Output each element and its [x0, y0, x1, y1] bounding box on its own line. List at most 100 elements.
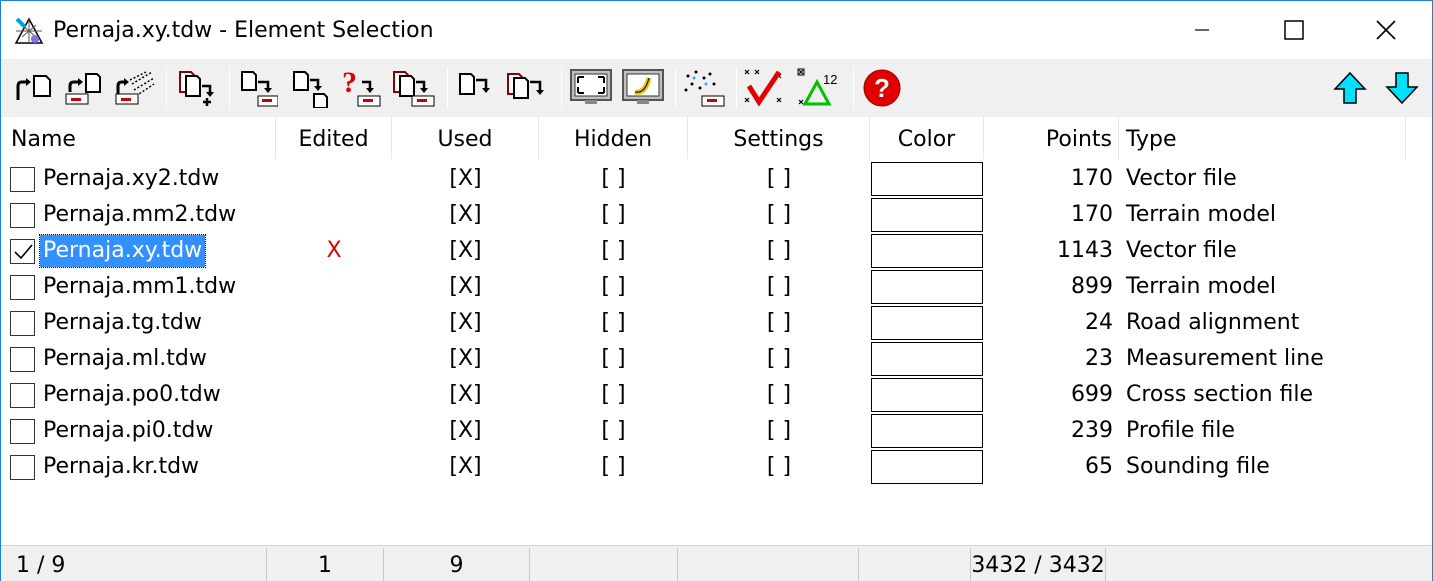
row-name[interactable]: Pernaja.ml.tdw	[40, 341, 210, 377]
close-button[interactable]	[1340, 1, 1432, 59]
replace-file-icon[interactable]	[391, 65, 437, 111]
query-file-icon[interactable]: ?	[339, 65, 385, 111]
table-row[interactable]: Pernaja.mm2.tdw [X][ ][ ] 170 Terrain model	[1, 197, 1432, 233]
row-hidden-flag[interactable]: [ ]	[539, 197, 688, 233]
row-color-swatch[interactable]	[871, 270, 983, 304]
row-used-flag[interactable]: [X]	[392, 197, 539, 233]
move-file-down-icon[interactable]	[287, 65, 333, 111]
row-settings-flag[interactable]: [ ]	[688, 269, 870, 305]
table-row[interactable]: Pernaja.po0.tdw [X][ ][ ] 699 Cross section…	[1, 377, 1432, 413]
row-used-flag[interactable]: [X]	[392, 305, 539, 341]
column-header-points[interactable]: Points	[984, 117, 1119, 159]
row-checkbox[interactable]	[10, 455, 35, 480]
table-row[interactable]: Pernaja.xy.tdw X [X][ ][ ] 1143 Vector file	[1, 233, 1432, 269]
row-settings-flag[interactable]: [ ]	[688, 341, 870, 377]
row-hidden-flag[interactable]: [ ]	[539, 305, 688, 341]
move-down-icon[interactable]	[1379, 65, 1425, 111]
row-name[interactable]: Pernaja.tg.tdw	[40, 305, 205, 341]
row-hidden-flag[interactable]: [ ]	[539, 449, 688, 485]
add-file-icon[interactable]	[173, 65, 219, 111]
row-hidden-flag[interactable]: [ ]	[539, 233, 688, 269]
copy-file-red-icon[interactable]	[505, 65, 551, 111]
row-used-flag[interactable]: [X]	[392, 377, 539, 413]
help-icon[interactable]: ?	[859, 65, 905, 111]
row-name[interactable]: Pernaja.xy.tdw	[38, 234, 207, 268]
table-row[interactable]: Pernaja.kr.tdw [X][ ][ ] 65 Sounding file	[1, 449, 1432, 485]
row-name[interactable]: Pernaja.mm2.tdw	[40, 197, 239, 233]
row-settings-flag[interactable]: [ ]	[688, 305, 870, 341]
row-color-swatch[interactable]	[871, 342, 983, 376]
points-icon[interactable]	[681, 65, 727, 111]
row-settings-flag[interactable]: [ ]	[688, 449, 870, 485]
row-color-swatch[interactable]	[871, 378, 983, 412]
fit-view-icon[interactable]	[568, 65, 614, 111]
minimize-button[interactable]	[1156, 1, 1248, 59]
row-used-flag[interactable]: [X]	[392, 413, 539, 449]
row-type: Terrain model	[1126, 274, 1276, 299]
column-header-used[interactable]: Used	[392, 117, 539, 159]
open-file-list-icon[interactable]	[59, 65, 105, 111]
row-color-swatch[interactable]	[871, 450, 983, 484]
row-settings-flag[interactable]: [ ]	[688, 413, 870, 449]
row-name[interactable]: Pernaja.kr.tdw	[40, 449, 202, 485]
app-icon[interactable]	[13, 15, 45, 47]
row-checkbox[interactable]	[10, 167, 35, 192]
table-row[interactable]: Pernaja.pi0.tdw [X][ ][ ] 239 Profile file	[1, 413, 1432, 449]
row-hidden-flag[interactable]: [ ]	[539, 377, 688, 413]
row-type: Profile file	[1126, 418, 1235, 443]
row-used-flag[interactable]: [X]	[392, 269, 539, 305]
table-row[interactable]: Pernaja.mm1.tdw [X][ ][ ] 899 Terrain model	[1, 269, 1432, 305]
row-edited-mark	[276, 377, 392, 413]
row-hidden-flag[interactable]: [ ]	[539, 341, 688, 377]
row-checkbox[interactable]	[10, 383, 35, 408]
row-hidden-flag[interactable]: [ ]	[539, 269, 688, 305]
row-hidden-flag[interactable]: [ ]	[539, 413, 688, 449]
row-checkbox[interactable]	[10, 419, 35, 444]
row-name[interactable]: Pernaja.mm1.tdw	[40, 269, 239, 305]
row-used-flag[interactable]: [X]	[392, 449, 539, 485]
maximize-button[interactable]	[1248, 1, 1340, 59]
row-name[interactable]: Pernaja.xy2.tdw	[40, 161, 222, 197]
row-used-flag[interactable]: [X]	[392, 341, 539, 377]
row-settings-flag[interactable]: [ ]	[688, 197, 870, 233]
row-points: 24	[1085, 310, 1113, 335]
move-up-icon[interactable]	[1327, 65, 1373, 111]
column-header-hidden[interactable]: Hidden	[539, 117, 688, 159]
row-settings-flag[interactable]: [ ]	[688, 377, 870, 413]
row-checkbox[interactable]	[10, 275, 35, 300]
row-settings-flag[interactable]: [ ]	[688, 161, 870, 197]
row-color-swatch[interactable]	[871, 306, 983, 340]
row-name[interactable]: Pernaja.po0.tdw	[40, 377, 224, 413]
row-used-flag[interactable]: [X]	[392, 161, 539, 197]
copy-file-icon[interactable]	[453, 65, 499, 111]
table-row[interactable]: Pernaja.tg.tdw [X][ ][ ] 24 Road alignment	[1, 305, 1432, 341]
svg-text:12: 12	[823, 72, 837, 87]
check-icon[interactable]	[742, 65, 788, 111]
row-hidden-flag[interactable]: [ ]	[539, 161, 688, 197]
open-multiple-icon[interactable]	[111, 65, 157, 111]
triangle-numbering-icon[interactable]: 12	[796, 65, 842, 111]
row-color-swatch[interactable]	[871, 414, 983, 448]
row-settings-flag[interactable]: [ ]	[688, 233, 870, 269]
row-type: Vector file	[1126, 238, 1237, 263]
row-checkbox[interactable]	[10, 203, 35, 228]
table-row[interactable]: Pernaja.xy2.tdw [X][ ][ ] 170 Vector file	[1, 161, 1432, 197]
row-color-swatch[interactable]	[871, 234, 983, 268]
row-color-swatch[interactable]	[871, 162, 983, 196]
row-points: 1143	[1057, 238, 1113, 263]
move-file-icon[interactable]	[235, 65, 281, 111]
column-header-edited[interactable]: Edited	[276, 117, 392, 159]
column-header-color[interactable]: Color	[870, 117, 984, 159]
row-checkbox[interactable]	[10, 311, 35, 336]
table-row[interactable]: Pernaja.ml.tdw [X][ ][ ] 23 Measurement lin…	[1, 341, 1432, 377]
open-file-icon[interactable]	[9, 65, 55, 111]
row-color-swatch[interactable]	[871, 198, 983, 232]
row-name[interactable]: Pernaja.pi0.tdw	[40, 413, 216, 449]
column-header-name[interactable]: Name	[1, 117, 276, 159]
row-checkbox[interactable]	[10, 239, 35, 264]
column-header-settings[interactable]: Settings	[688, 117, 870, 159]
display-icon[interactable]	[620, 65, 666, 111]
row-used-flag[interactable]: [X]	[392, 233, 539, 269]
row-checkbox[interactable]	[10, 347, 35, 372]
column-header-type[interactable]: Type	[1119, 117, 1406, 159]
